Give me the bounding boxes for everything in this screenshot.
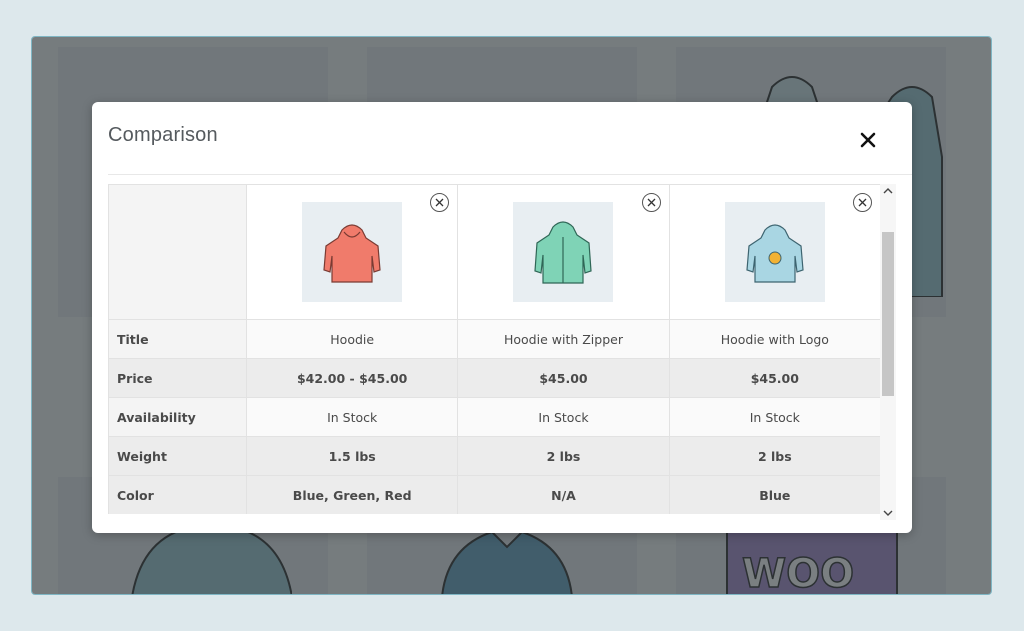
scroll-thumb[interactable] xyxy=(882,232,894,396)
close-button[interactable] xyxy=(858,130,878,150)
scroll-up-button[interactable] xyxy=(880,184,896,198)
product-image[interactable] xyxy=(724,202,825,302)
product-image-cell xyxy=(668,184,882,320)
scroll-down-button[interactable] xyxy=(880,506,896,520)
remove-product-button[interactable] xyxy=(641,193,661,212)
remove-x-icon xyxy=(858,198,867,207)
product-availability: In Stock xyxy=(457,397,670,437)
product-color: Blue xyxy=(668,475,882,514)
product-title[interactable]: Hoodie xyxy=(245,319,459,359)
hoodie-red-icon xyxy=(323,224,381,283)
product-weight: 2 lbs xyxy=(668,436,882,476)
remove-x-icon xyxy=(647,198,656,207)
product-color: N/A xyxy=(457,475,670,514)
remove-x-icon xyxy=(435,198,444,207)
chevron-down-icon xyxy=(883,510,893,516)
product-availability: In Stock xyxy=(668,397,882,437)
header-divider xyxy=(108,174,912,175)
row-label: Weight xyxy=(108,436,247,476)
product-availability: In Stock xyxy=(245,397,459,437)
product-weight: 1.5 lbs xyxy=(245,436,459,476)
remove-product-button[interactable] xyxy=(430,193,450,212)
remove-product-button[interactable] xyxy=(853,193,872,212)
table-row-title: Title Hoodie Hoodie with Zipper Hoodie w… xyxy=(108,319,882,359)
comparison-modal: Comparison Title Hoodie Hoodie with Zipp… xyxy=(92,102,912,533)
product-title[interactable]: Hoodie with Logo xyxy=(668,319,882,359)
product-image-cell xyxy=(245,184,459,320)
modal-title: Comparison xyxy=(108,124,218,146)
table-scrollbar[interactable] xyxy=(880,184,896,520)
product-image[interactable] xyxy=(302,202,403,302)
product-weight: 2 lbs xyxy=(457,436,670,476)
table-row-color: Color Blue, Green, Red N/A Blue xyxy=(108,475,882,514)
comparison-table: Title Hoodie Hoodie with Zipper Hoodie w… xyxy=(108,184,882,514)
row-label: Color xyxy=(108,475,247,514)
close-x-icon xyxy=(860,132,876,148)
row-label: Price xyxy=(108,358,247,398)
row-label: Availability xyxy=(108,397,247,437)
product-price: $45.00 xyxy=(668,358,882,398)
product-image[interactable] xyxy=(513,202,614,302)
product-image-cell xyxy=(457,184,670,320)
product-price: $42.00 - $45.00 xyxy=(245,358,459,398)
table-row-images xyxy=(108,184,882,320)
product-title[interactable]: Hoodie with Zipper xyxy=(457,319,670,359)
product-color: Blue, Green, Red xyxy=(245,475,459,514)
table-row-price: Price $42.00 - $45.00 $45.00 $45.00 xyxy=(108,358,882,398)
empty-header-cell xyxy=(108,184,247,320)
table-row-weight: Weight 1.5 lbs 2 lbs 2 lbs xyxy=(108,436,882,476)
row-label: Title xyxy=(108,319,247,359)
hoodie-zipper-green-icon xyxy=(534,221,593,284)
comparison-table-viewport[interactable]: Title Hoodie Hoodie with Zipper Hoodie w… xyxy=(108,184,896,514)
hoodie-logo-blue-icon xyxy=(746,224,804,283)
product-price: $45.00 xyxy=(457,358,670,398)
table-row-availability: Availability In Stock In Stock In Stock xyxy=(108,397,882,437)
chevron-up-icon xyxy=(883,188,893,194)
